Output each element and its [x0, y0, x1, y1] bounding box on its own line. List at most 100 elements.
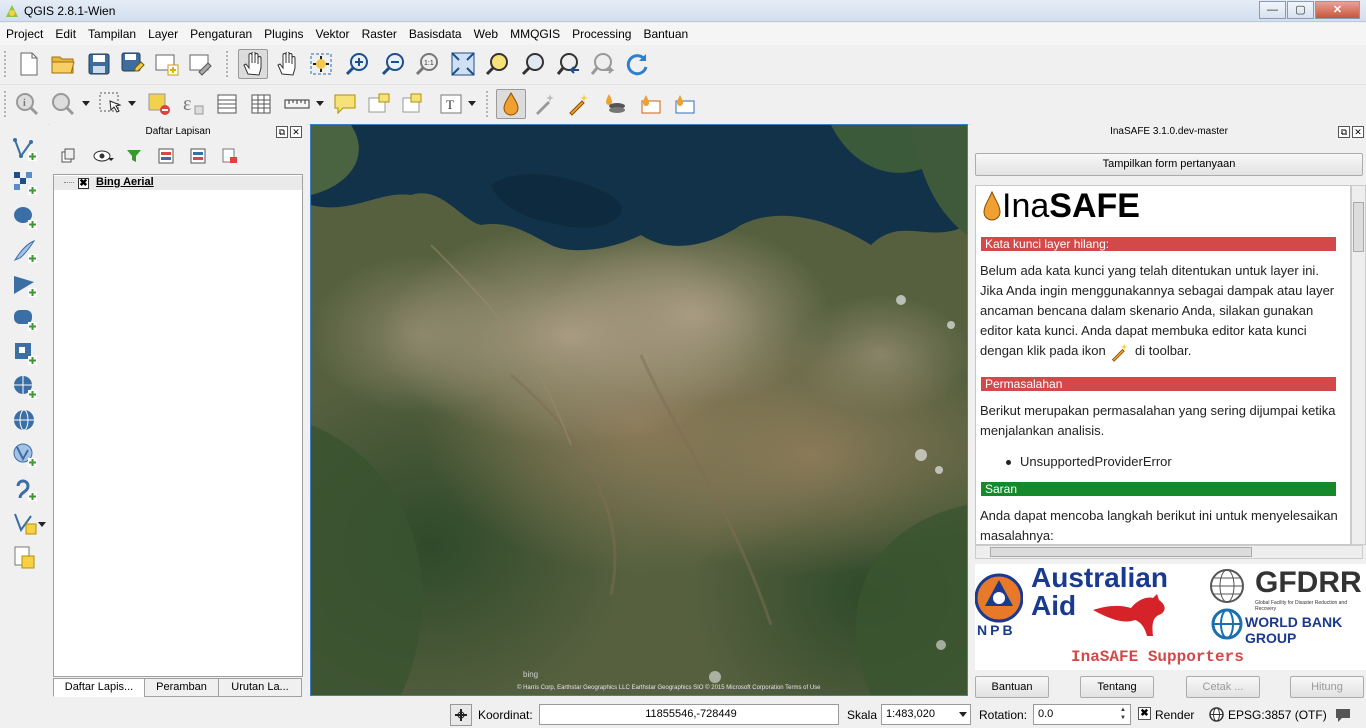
- add-delimited-text-layer-icon[interactable]: [10, 440, 40, 470]
- keywords-editor-icon[interactable]: [564, 89, 594, 119]
- crs-label[interactable]: EPSG:3857 (OTF): [1228, 708, 1327, 722]
- toolbar-grip[interactable]: [226, 51, 230, 77]
- inasafe-dock-icon[interactable]: [496, 89, 526, 119]
- chevron-down-icon[interactable]: [316, 101, 324, 106]
- menu-view[interactable]: Tampilan: [82, 23, 142, 45]
- close-panel-button[interactable]: ✕: [1352, 126, 1364, 138]
- keywords-wizard-icon[interactable]: [530, 89, 560, 119]
- menu-database[interactable]: Basisdata: [403, 23, 468, 45]
- html-annotation-icon[interactable]: [398, 89, 428, 119]
- render-checkbox[interactable]: ✖: [1138, 707, 1151, 720]
- help-button[interactable]: Bantuan: [975, 676, 1049, 698]
- add-oracle-layer-icon[interactable]: [10, 304, 40, 334]
- maximize-button[interactable]: ▢: [1287, 1, 1314, 19]
- add-wms-layer-icon[interactable]: [10, 338, 40, 368]
- toolbar-grip[interactable]: [486, 91, 490, 117]
- pan-selection-icon[interactable]: [272, 49, 302, 79]
- impact-merge-icon[interactable]: [600, 89, 630, 119]
- message-vertical-scrollbar[interactable]: [1351, 185, 1366, 545]
- scroll-thumb[interactable]: [990, 547, 1252, 557]
- label-tool-icon[interactable]: T: [436, 89, 466, 119]
- menu-vector[interactable]: Vektor: [310, 23, 356, 45]
- deselect-all-icon[interactable]: [144, 89, 174, 119]
- expand-legend-icon[interactable]: [156, 146, 176, 166]
- filter-legend-icon[interactable]: [124, 146, 144, 166]
- menu-edit[interactable]: Edit: [49, 23, 82, 45]
- spin-arrows-icon[interactable]: ▲ ▼: [1117, 706, 1129, 723]
- collapse-legend-icon[interactable]: [188, 146, 208, 166]
- expression-select-icon[interactable]: ε: [178, 89, 208, 119]
- toolbar-grip[interactable]: [4, 51, 8, 77]
- coordinate-toggle-icon[interactable]: [450, 704, 472, 726]
- minimize-button[interactable]: —: [1259, 1, 1286, 19]
- zoom-out-icon[interactable]: [378, 49, 408, 79]
- visibility-eye-icon[interactable]: [92, 146, 112, 166]
- scale-combobox[interactable]: 1:483,020: [881, 704, 971, 725]
- zoom-full-icon[interactable]: [448, 49, 478, 79]
- menu-settings[interactable]: Pengaturan: [184, 23, 258, 45]
- chevron-down-icon[interactable]: [468, 101, 476, 106]
- add-vector-layer-icon[interactable]: [10, 134, 40, 164]
- text-annotation-icon[interactable]: [330, 89, 360, 119]
- layer-item[interactable]: ✖ Bing Aerial: [54, 176, 302, 190]
- coordinate-field[interactable]: 11855546,-728449: [539, 704, 839, 725]
- open-project-icon[interactable]: [48, 49, 78, 79]
- rotation-spinbox[interactable]: 0.0 ▲ ▼: [1033, 704, 1131, 725]
- float-panel-button[interactable]: ⧉: [276, 126, 288, 138]
- menu-help[interactable]: Bantuan: [637, 23, 694, 45]
- add-raster-layer-icon[interactable]: [10, 168, 40, 198]
- add-spatialite-layer-icon[interactable]: [10, 236, 40, 266]
- close-button[interactable]: ✕: [1315, 1, 1360, 19]
- about-button[interactable]: Tentang: [1080, 676, 1154, 698]
- new-print-composer-icon[interactable]: [152, 49, 182, 79]
- zoom-last-icon[interactable]: [554, 49, 584, 79]
- zoom-to-layer-icon[interactable]: [518, 49, 548, 79]
- new-shapefile-layer-icon[interactable]: [10, 508, 40, 538]
- refresh-icon[interactable]: [622, 49, 652, 79]
- touch-zoom-icon[interactable]: [306, 49, 336, 79]
- add-wfs-layer-icon[interactable]: [10, 406, 40, 436]
- crs-globe-icon[interactable]: [1209, 707, 1224, 722]
- chevron-down-icon[interactable]: [128, 101, 136, 106]
- chevron-down-icon[interactable]: [38, 522, 46, 527]
- chevron-down-icon[interactable]: [959, 712, 967, 717]
- select-features-icon[interactable]: [96, 89, 126, 119]
- new-project-icon[interactable]: [14, 49, 44, 79]
- add-wcs-layer-icon[interactable]: [10, 372, 40, 402]
- print-button[interactable]: Cetak ...: [1186, 676, 1260, 698]
- menu-web[interactable]: Web: [468, 23, 504, 45]
- add-gpx-layer-icon[interactable]: [10, 474, 40, 504]
- save-project-icon[interactable]: [84, 49, 114, 79]
- tab-layer-order[interactable]: Urutan La...: [218, 678, 302, 697]
- remove-layer-icon[interactable]: [220, 146, 240, 166]
- run-button[interactable]: Hitung: [1290, 676, 1364, 698]
- attribute-table-icon[interactable]: [212, 89, 242, 119]
- zoom-in-icon[interactable]: [342, 49, 372, 79]
- minimum-needs-icon[interactable]: [636, 89, 666, 119]
- pan-map-icon[interactable]: [238, 49, 268, 79]
- menu-raster[interactable]: Raster: [356, 23, 403, 45]
- measure-icon[interactable]: [282, 89, 312, 119]
- add-postgis-layer-icon[interactable]: [10, 202, 40, 232]
- zoom-native-icon[interactable]: 1:1: [412, 49, 442, 79]
- form-annotation-icon[interactable]: [364, 89, 394, 119]
- zoom-to-selection-icon[interactable]: [482, 49, 512, 79]
- toolbar-grip[interactable]: [4, 91, 8, 117]
- chevron-down-icon[interactable]: [108, 158, 114, 161]
- shakemap-converter-icon[interactable]: [670, 89, 700, 119]
- menu-processing[interactable]: Processing: [566, 23, 637, 45]
- zoom-next-icon[interactable]: [588, 49, 618, 79]
- identify-icon[interactable]: i: [12, 89, 42, 119]
- menu-plugins[interactable]: Plugins: [258, 23, 309, 45]
- map-canvas[interactable]: bing © Harris Corp, Earthstar Geographic…: [310, 124, 968, 696]
- scroll-thumb[interactable]: [1353, 202, 1364, 252]
- new-spatialite-layer-icon[interactable]: [10, 542, 40, 572]
- close-panel-button[interactable]: ✕: [290, 126, 302, 138]
- layer-visibility-checkbox[interactable]: ✖: [78, 178, 89, 189]
- map-tips-icon[interactable]: [48, 89, 78, 119]
- menu-mmqgis[interactable]: MMQGIS: [504, 23, 566, 45]
- save-as-icon[interactable]: [118, 49, 148, 79]
- composer-manager-icon[interactable]: [186, 49, 216, 79]
- menu-project[interactable]: Project: [0, 23, 49, 45]
- show-question-form-button[interactable]: Tampilkan form pertanyaan: [975, 153, 1363, 176]
